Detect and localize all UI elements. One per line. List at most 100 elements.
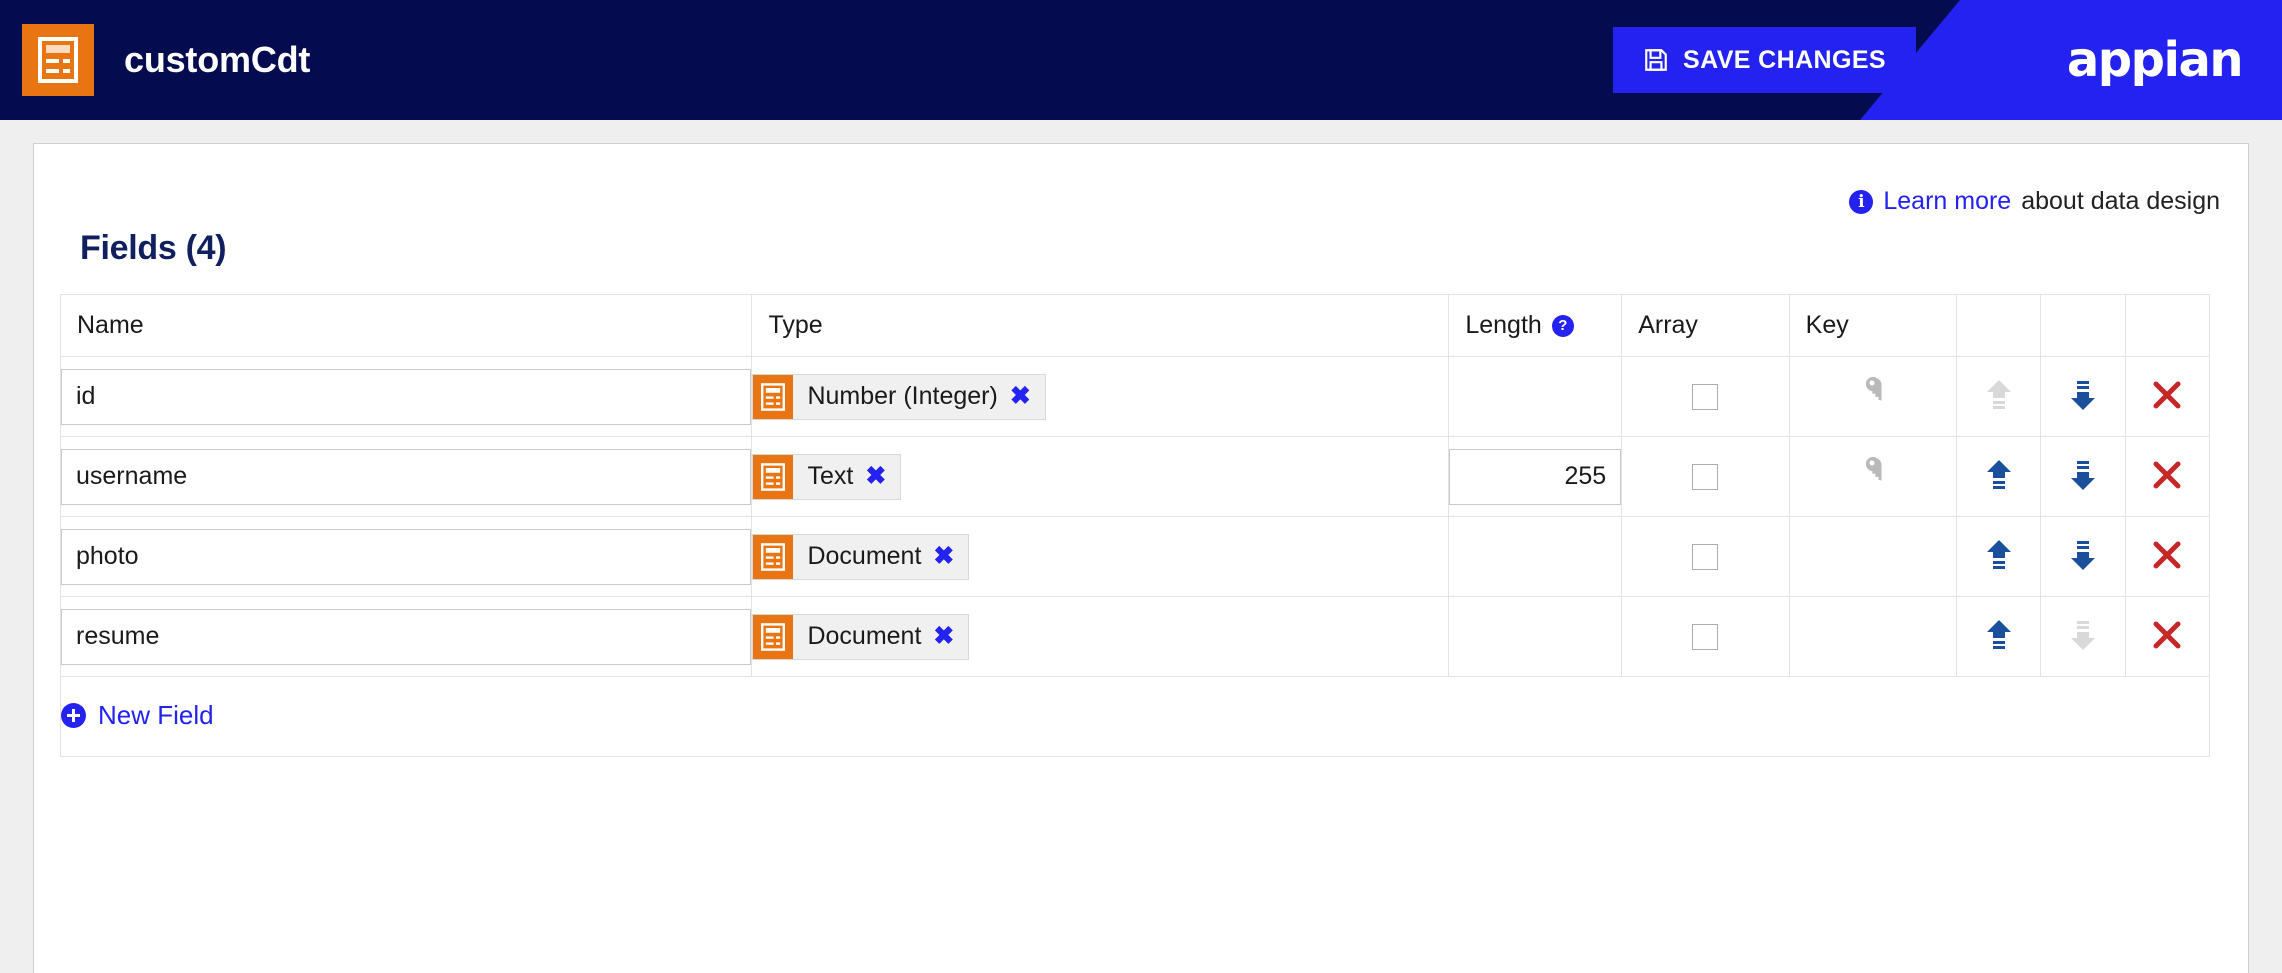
field-array-cell xyxy=(1621,356,1790,437)
column-header-array: Array xyxy=(1621,294,1790,357)
new-field-cell: New Field xyxy=(60,676,2210,757)
top-navigation-bar: customCdt SAVE CHANGES appian xyxy=(0,0,2282,120)
delete-cell xyxy=(2124,356,2211,437)
move-down-button[interactable] xyxy=(2068,378,2098,415)
column-header-array-label: Array xyxy=(1638,311,1698,339)
cdt-document-icon xyxy=(753,534,794,579)
column-header-name-label: Name xyxy=(77,311,144,339)
column-header-key-label: Key xyxy=(1805,311,1849,339)
cdt-document-icon xyxy=(753,374,794,419)
plus-circle-icon xyxy=(61,703,86,728)
move-up-button[interactable] xyxy=(1984,618,2014,655)
delete-x-icon[interactable] xyxy=(2151,459,2183,494)
type-chip[interactable]: Document ✖ xyxy=(752,533,970,580)
field-array-cell xyxy=(1621,436,1790,517)
array-checkbox[interactable] xyxy=(1692,463,1719,490)
move-down-button[interactable] xyxy=(2068,458,2098,495)
x-icon[interactable]: ✖ xyxy=(933,544,968,569)
fields-table-body: Number (Integer) ✖ xyxy=(59,356,2211,757)
field-name-cell xyxy=(59,516,753,597)
delete-x-icon[interactable] xyxy=(2151,539,2183,574)
fields-label: Fields xyxy=(80,229,177,267)
learn-more-banner: i Learn more about data design xyxy=(1849,187,2220,216)
move-up-cell xyxy=(1956,596,2042,677)
type-chip[interactable]: Number (Integer) ✖ xyxy=(752,373,1046,420)
type-chip-label: Document xyxy=(807,622,922,650)
type-chip[interactable]: Document ✖ xyxy=(752,613,970,660)
move-up-button[interactable] xyxy=(1984,538,2014,575)
delete-x-icon[interactable] xyxy=(2151,379,2183,414)
field-name-cell xyxy=(59,436,753,517)
field-key-cell xyxy=(1788,436,1958,517)
cdt-document-icon xyxy=(22,24,94,96)
move-down-button[interactable] xyxy=(2068,538,2098,575)
column-header-length: Length ? xyxy=(1448,294,1623,357)
move-down-cell xyxy=(2040,436,2126,517)
table-row: Document ✖ xyxy=(59,516,2211,597)
move-up-button[interactable] xyxy=(1984,378,2014,415)
delete-cell xyxy=(2124,516,2211,597)
field-type-cell: Document ✖ xyxy=(751,596,1450,677)
new-field-label: New Field xyxy=(98,700,214,730)
field-length-cell xyxy=(1448,356,1623,437)
column-header-name: Name xyxy=(59,294,753,357)
field-length-cell xyxy=(1448,436,1623,517)
save-changes-button[interactable]: SAVE CHANGES xyxy=(1613,27,1916,93)
table-row: Text ✖ xyxy=(59,436,2211,517)
field-array-cell xyxy=(1621,596,1790,677)
column-header-type: Type xyxy=(751,294,1450,357)
table-header-row: Name Type Length ? Array Key xyxy=(59,294,2211,357)
field-name-input[interactable] xyxy=(61,608,752,665)
field-array-cell xyxy=(1621,516,1790,597)
key-icon[interactable] xyxy=(1856,456,1890,495)
array-checkbox[interactable] xyxy=(1692,383,1719,410)
learn-more-link[interactable]: Learn more xyxy=(1883,187,2011,216)
new-field-button[interactable]: New Field xyxy=(61,700,214,731)
page-title: customCdt xyxy=(124,39,311,80)
x-icon[interactable]: ✖ xyxy=(1010,384,1045,409)
appian-logo-text: appian xyxy=(2066,32,2244,88)
column-header-move-down xyxy=(2040,294,2126,357)
type-chip-label: Document xyxy=(807,542,922,570)
field-key-cell xyxy=(1788,516,1958,597)
fields-table: Name Type Length ? Array Key id Number (… xyxy=(59,294,2211,757)
x-icon[interactable]: ✖ xyxy=(933,624,968,649)
field-type-cell: Text ✖ xyxy=(751,436,1450,517)
table-row: Document ✖ xyxy=(59,596,2211,677)
fields-table-header: Name Type Length ? Array Key xyxy=(59,294,2211,357)
delete-cell xyxy=(2124,596,2211,677)
array-checkbox[interactable] xyxy=(1692,623,1719,650)
key-icon[interactable] xyxy=(1856,376,1890,415)
type-chip-label: Text xyxy=(807,462,854,490)
move-down-button[interactable] xyxy=(2068,618,2098,655)
new-field-row: New Field xyxy=(60,676,2210,757)
column-header-move-up xyxy=(1956,294,2042,357)
cdt-document-icon xyxy=(753,454,794,499)
type-chip[interactable]: Text ✖ xyxy=(752,453,902,500)
field-name-input[interactable] xyxy=(61,448,752,505)
move-down-cell xyxy=(2040,596,2126,677)
fields-section-title: Fields (4) xyxy=(80,229,227,268)
field-length-input[interactable] xyxy=(1449,448,1622,505)
field-key-cell xyxy=(1788,596,1958,677)
array-checkbox[interactable] xyxy=(1692,543,1719,570)
field-type-cell: Number (Integer) ✖ xyxy=(751,356,1450,437)
learn-more-suffix: about data design xyxy=(2021,187,2220,215)
move-up-cell xyxy=(1956,516,2042,597)
save-changes-label: SAVE CHANGES xyxy=(1683,45,1886,74)
column-header-delete xyxy=(2124,294,2211,357)
floppy-save-icon xyxy=(1643,47,1669,73)
move-up-cell xyxy=(1956,436,2042,517)
move-up-button[interactable] xyxy=(1984,458,2014,495)
table-row: Number (Integer) ✖ xyxy=(59,356,2211,437)
field-name-cell xyxy=(59,356,753,437)
column-header-key: Key xyxy=(1788,294,1958,357)
field-name-input[interactable] xyxy=(61,368,752,425)
help-icon[interactable]: ? xyxy=(1551,314,1574,337)
field-length-cell xyxy=(1448,516,1623,597)
x-icon[interactable]: ✖ xyxy=(865,464,900,489)
delete-x-icon[interactable] xyxy=(2151,619,2183,654)
field-type-cell: Document ✖ xyxy=(751,516,1450,597)
field-name-input[interactable] xyxy=(61,528,752,585)
field-name-cell xyxy=(59,596,753,677)
